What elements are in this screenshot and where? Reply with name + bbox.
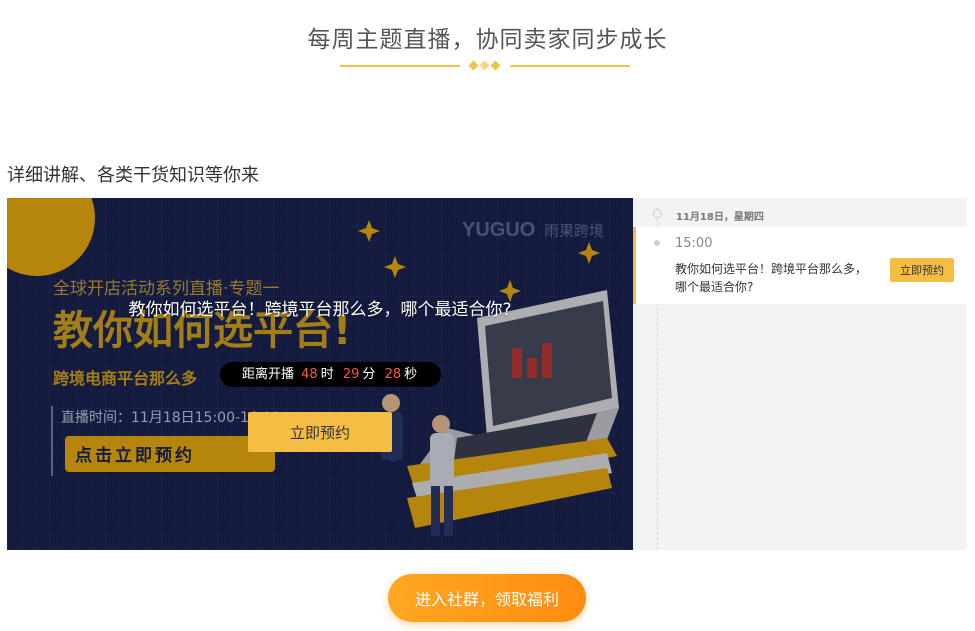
countdown: 距离开播 48 时 29 分 28 秒	[220, 362, 442, 387]
session-reserve-button[interactable]: 立即预约	[890, 258, 954, 282]
page-title: 每周主题直播，协同卖家同步成长	[307, 27, 668, 53]
countdown-hours-unit: 时	[320, 367, 334, 382]
countdown-prefix: 距离开播	[242, 367, 295, 382]
countdown-seconds: 28	[384, 367, 402, 382]
ornament-diamond-icon	[490, 60, 501, 71]
live-banner[interactable]: YUGUO 雨果跨境 全球开店活动系列直播·专题一 教你如何选平台! 跨境电商平…	[7, 198, 633, 550]
ornament-diamond-icon	[479, 60, 490, 71]
section-subtitle: 详细讲解、各类干货知识等你来	[7, 165, 259, 186]
session-item[interactable]: 15:00 教你如何选平台！跨境平台那么多，哪个最适合你? 立即预约	[633, 227, 967, 304]
countdown-seconds-unit: 秒	[404, 367, 418, 382]
countdown-hours: 48	[301, 367, 318, 382]
countdown-minutes: 29	[342, 367, 360, 382]
ornament-diamond-icon	[468, 60, 479, 71]
schedule-panel: 11月18日，星期四 15:00 教你如何选平台！跨境平台那么多，哪个最适合你?…	[633, 198, 967, 550]
session-title: 教你如何选平台！跨境平台那么多，哪个最适合你?	[675, 262, 868, 294]
countdown-minutes-unit: 分	[362, 367, 376, 382]
date-dot-icon	[653, 209, 662, 218]
join-community-button[interactable]: 进入社群，领取福利	[388, 574, 586, 622]
reserve-button[interactable]: 立即预约	[248, 412, 392, 452]
ornament-line-right	[510, 65, 630, 67]
ornament-line-left	[340, 65, 460, 67]
session-dot-icon	[654, 240, 660, 246]
session-time: 15:00	[675, 236, 713, 251]
schedule-date: 11月18日，星期四	[676, 212, 764, 223]
title-ornament	[340, 60, 630, 71]
live-title: 教你如何选平台！跨境平台那么多，哪个最适合你?	[128, 300, 512, 320]
